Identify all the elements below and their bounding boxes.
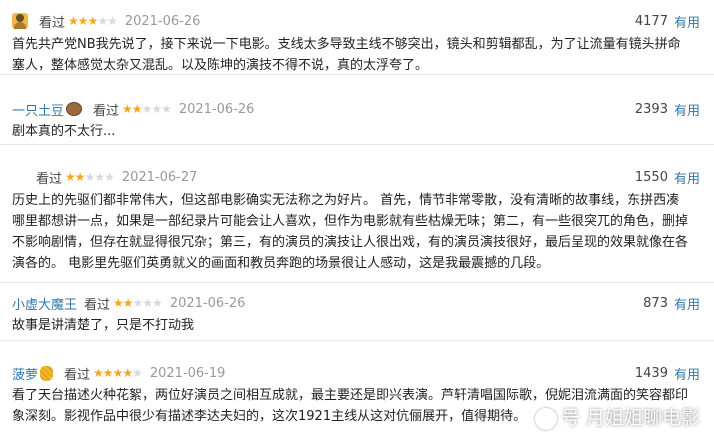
review-text: 剧本真的不太行... <box>12 124 116 139</box>
star-filled-icon: ★ <box>122 102 133 116</box>
star-filled-icon: ★ <box>112 366 124 380</box>
star-empty-icon: ★ <box>107 14 118 28</box>
useful-button[interactable]: 有用 <box>674 364 700 383</box>
watched-status: 看过 <box>93 103 120 119</box>
user-avatar-icon[interactable] <box>12 13 28 29</box>
vote-area: 4177 有用 <box>635 11 700 31</box>
rating-stars: ★★★★★ <box>113 296 163 310</box>
useful-button[interactable]: 有用 <box>674 294 700 313</box>
review-date: 2021-06-27 <box>121 169 198 185</box>
review-meta: 菠萝 看过 ★★★★★ 2021-06-19 <box>12 363 225 383</box>
username-link[interactable]: 菠萝 <box>12 364 38 383</box>
review-item: 小虚大魔王 看过 ★★★★★ 2021-06-26 873 有用 故事是讲清楚了… <box>0 283 714 341</box>
review-date: 2021-06-26 <box>124 13 201 29</box>
star-empty-icon: ★ <box>132 296 144 310</box>
vote-area: 1439 有用 <box>635 363 700 383</box>
star-empty-icon: ★ <box>94 170 105 184</box>
watched-status: 看过 <box>36 171 63 187</box>
useful-count: 2393 <box>634 101 668 117</box>
useful-button[interactable]: 有用 <box>674 12 700 31</box>
review-date: 2021-06-26 <box>169 295 246 311</box>
star-empty-icon: ★ <box>104 170 115 184</box>
watermark-logo-icon <box>534 407 557 430</box>
star-filled-icon: ★ <box>68 14 79 28</box>
watched-status: 看过 <box>84 297 111 313</box>
star-filled-icon: ★ <box>122 366 133 380</box>
username-link[interactable]: 小虚大魔王 <box>12 294 77 313</box>
star-empty-icon: ★ <box>132 366 143 380</box>
star-filled-icon: ★ <box>65 170 76 184</box>
watched-status: 看过 <box>64 367 91 383</box>
rating-stars: ★★★★★ <box>65 170 115 184</box>
star-filled-icon: ★ <box>74 170 86 184</box>
vote-area: 873 有用 <box>643 293 700 313</box>
star-filled-icon: ★ <box>93 366 104 380</box>
useful-count: 1439 <box>634 365 668 381</box>
star-empty-icon: ★ <box>161 102 172 116</box>
review-meta: 小虚大魔王 看过 ★★★★★ 2021-06-26 <box>12 293 245 313</box>
rating-stars: ★★★★★ <box>68 14 118 28</box>
star-filled-icon: ★ <box>122 296 134 310</box>
star-empty-icon: ★ <box>152 296 163 310</box>
useful-count: 4177 <box>634 13 668 29</box>
star-filled-icon: ★ <box>113 296 124 310</box>
watermark: 号 月姐姐聊电影 <box>534 403 700 430</box>
username-link[interactable]: 一只土豆 <box>12 100 64 119</box>
review-date: 2021-06-19 <box>149 365 226 381</box>
review-date: 2021-06-26 <box>178 101 255 117</box>
review-item: 看过 ★★★★★ 2021-06-26 4177 有用 首先共产党NB我先说了，… <box>0 0 714 75</box>
rating-stars: ★★★★★ <box>93 366 143 380</box>
star-filled-icon: ★ <box>131 102 143 116</box>
star-empty-icon: ★ <box>84 170 96 184</box>
watermark-text: 号 月姐姐聊电影 <box>560 407 700 429</box>
useful-count: 873 <box>643 295 668 311</box>
review-item: 看过 ★★★★★ 2021-06-27 1550 有用 历史上的先驱们都非常伟大… <box>0 145 714 283</box>
review-meta: 一只土豆 看过 ★★★★★ 2021-06-26 <box>12 99 254 119</box>
useful-button[interactable]: 有用 <box>674 100 700 119</box>
potato-icon <box>66 102 83 116</box>
review-meta: 看过 ★★★★★ 2021-06-27 <box>36 167 197 187</box>
useful-count: 1550 <box>634 169 668 185</box>
review-text: 首先共产党NB我先说了，接下来说一下电影。支线太多导致主线不够突出，镜头和剪辑都… <box>12 37 681 73</box>
vote-area: 1550 有用 <box>635 167 700 187</box>
watched-status: 看过 <box>39 15 66 31</box>
pineapple-icon <box>40 365 54 381</box>
review-item: 一只土豆 看过 ★★★★★ 2021-06-26 2393 有用 剧本真的不太行… <box>0 75 714 145</box>
review-text: 故事是讲清楚了，只是不打动我 <box>12 318 195 333</box>
star-empty-icon: ★ <box>141 102 153 116</box>
star-filled-icon: ★ <box>77 14 89 28</box>
review-meta: 看过 ★★★★★ 2021-06-26 <box>12 11 200 31</box>
star-filled-icon: ★ <box>102 366 114 380</box>
rating-stars: ★★★★★ <box>122 102 172 116</box>
star-empty-icon: ★ <box>142 296 153 310</box>
review-text: 历史上的先驱们都非常伟大，但这部电影确实无法称之为好片。 首先，情节非常零散，没… <box>12 193 689 271</box>
star-filled-icon: ★ <box>87 14 99 28</box>
star-empty-icon: ★ <box>151 102 162 116</box>
useful-button[interactable]: 有用 <box>674 168 700 187</box>
star-empty-icon: ★ <box>97 14 108 28</box>
vote-area: 2393 有用 <box>635 99 700 119</box>
